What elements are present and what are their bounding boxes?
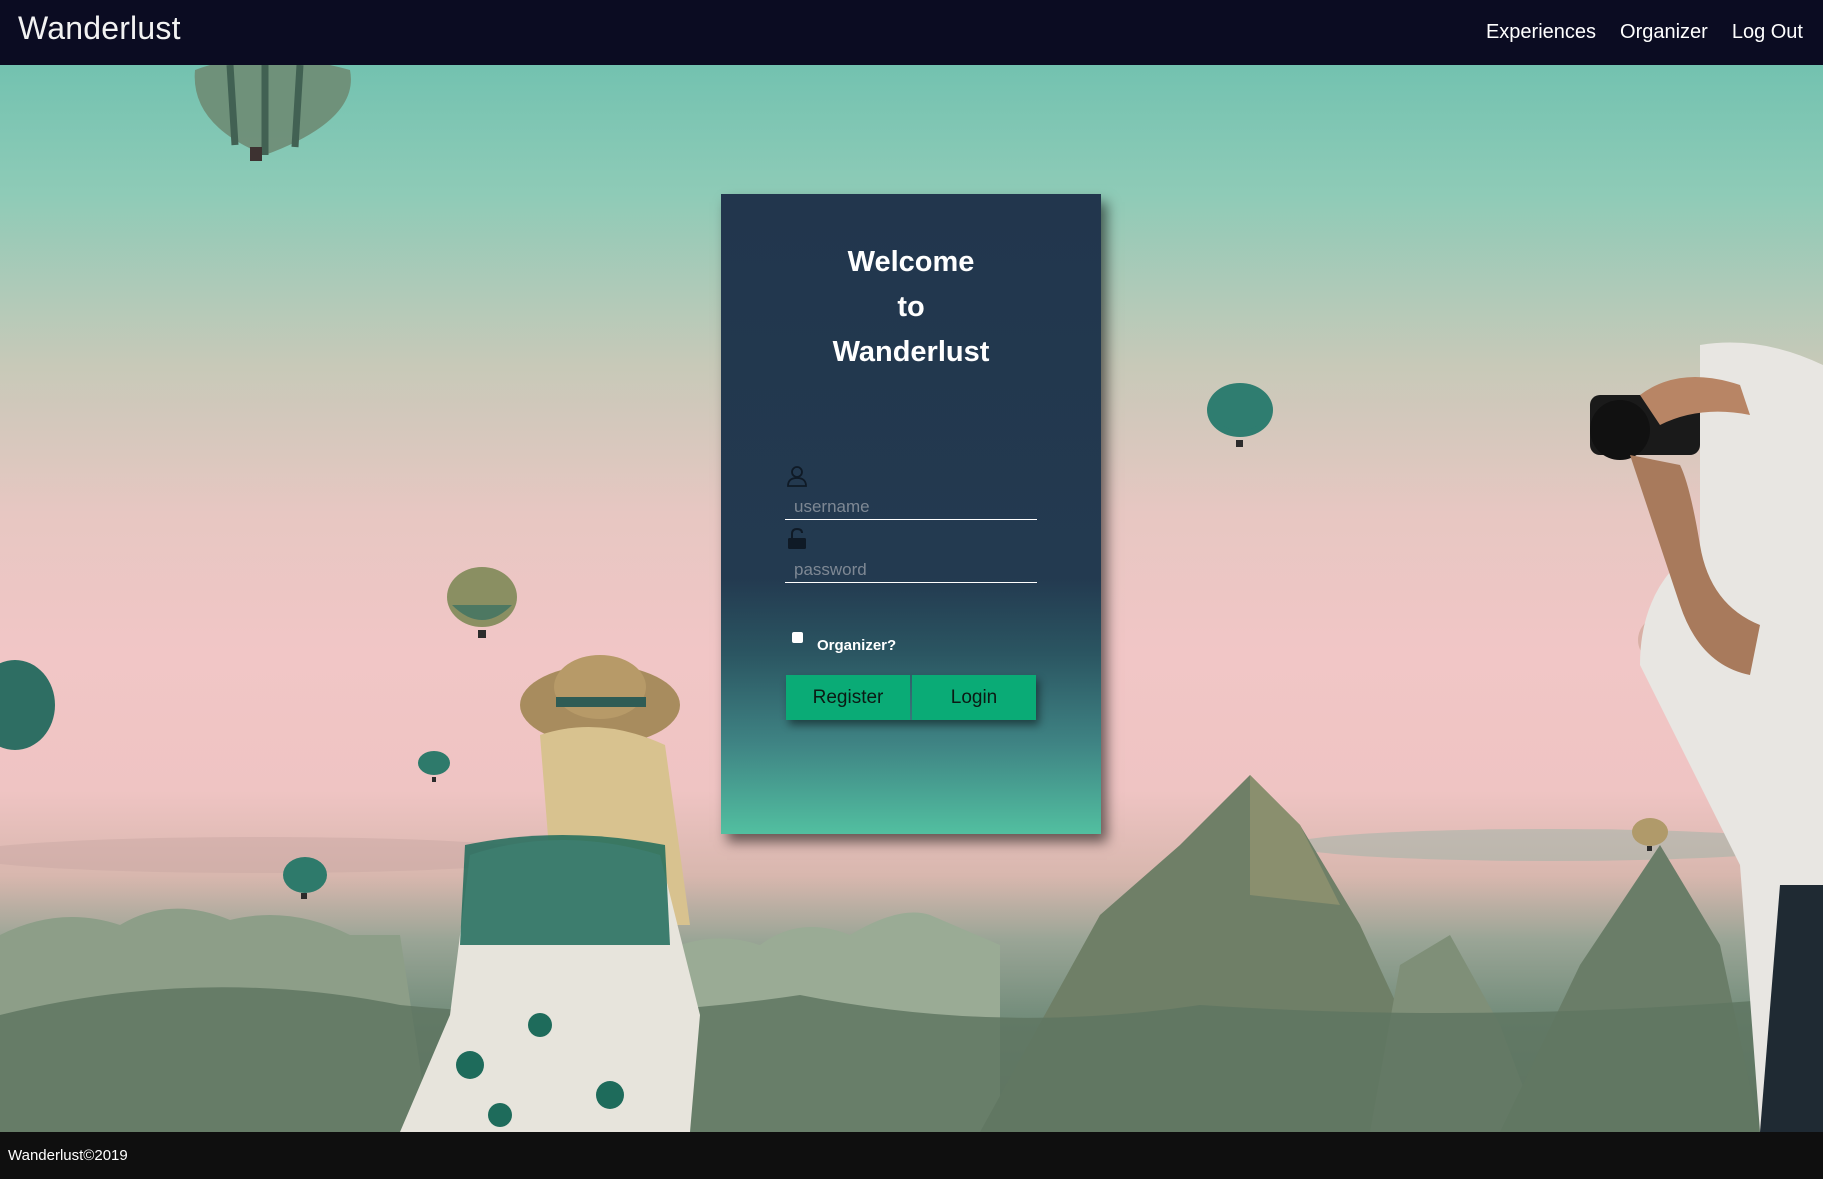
nav-experiences-link[interactable]: Experiences [1486, 21, 1596, 44]
balloon-center [1207, 383, 1273, 447]
page-footer: Wanderlust©2019 [0, 1132, 1823, 1179]
password-input[interactable] [785, 557, 1037, 583]
welcome-title-line-3: Wanderlust [832, 336, 990, 368]
welcome-title-line-1: Welcome [847, 246, 975, 278]
woman-figure [400, 655, 700, 1132]
login-button[interactable]: Login [912, 675, 1036, 720]
welcome-title-line-2: to [897, 291, 925, 323]
balloon-left-mid [447, 567, 517, 638]
organizer-checkbox-row: Organizer? [792, 632, 896, 654]
username-input[interactable] [785, 494, 1037, 520]
balloon-small-1 [418, 751, 450, 782]
main-nav: Experiences Organizer Log Out [1486, 0, 1803, 65]
organizer-checkbox-label: Organizer? [817, 637, 897, 654]
brand-logo-text[interactable]: Wanderlust [18, 10, 181, 47]
balloon-top-left [194, 65, 351, 161]
balloon-edge-left [0, 660, 55, 750]
user-icon [787, 466, 807, 487]
register-button[interactable]: Register [786, 675, 910, 720]
unlocked-lock-icon [788, 527, 806, 549]
footer-copyright: Wanderlust©2019 [8, 1147, 128, 1164]
nav-logout-link[interactable]: Log Out [1732, 21, 1803, 44]
balloon-small-2 [283, 857, 327, 899]
welcome-title: Welcome to Wanderlust [721, 240, 1101, 375]
login-card: Welcome to Wanderlust Organizer? Registe… [721, 194, 1101, 834]
nav-organizer-link[interactable]: Organizer [1620, 21, 1708, 44]
organizer-checkbox[interactable] [792, 632, 803, 643]
auth-button-group: Register Login [786, 675, 1036, 720]
top-navbar: Wanderlust Experiences Organizer Log Out [0, 0, 1823, 65]
